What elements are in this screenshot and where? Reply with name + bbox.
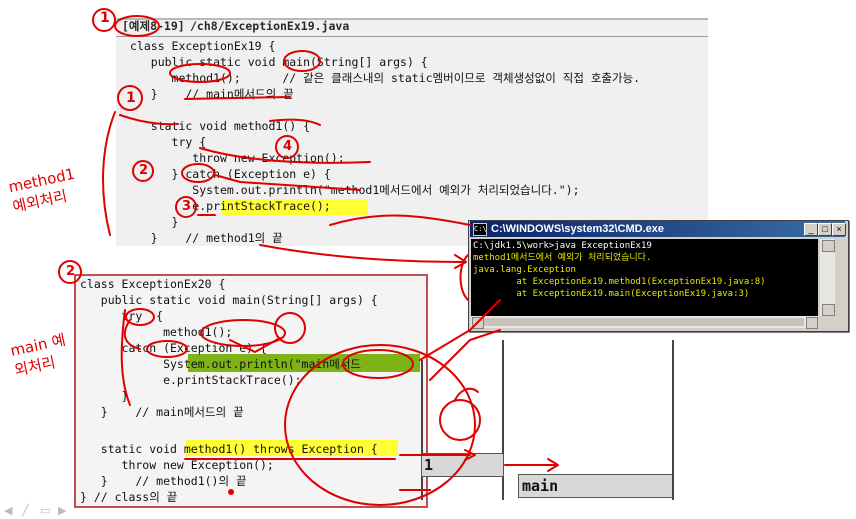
forward-arrow-icon[interactable]: ▶ bbox=[58, 504, 66, 517]
annotation-number: 4 bbox=[283, 139, 293, 154]
pen-icon[interactable]: ╱ bbox=[22, 504, 29, 517]
annotation-number: 1 bbox=[126, 90, 136, 106]
annotation-number: 1 bbox=[100, 10, 110, 26]
annotation-number: 2 bbox=[66, 264, 76, 279]
annotation-number: 2 bbox=[139, 163, 149, 178]
badge-circle bbox=[114, 15, 160, 37]
annotation-overlay bbox=[58, 8, 559, 506]
back-arrow-icon[interactable]: ◀ bbox=[4, 504, 12, 517]
annotation-number: 3 bbox=[182, 199, 192, 214]
menu-icon[interactable]: ▭ bbox=[40, 504, 50, 517]
